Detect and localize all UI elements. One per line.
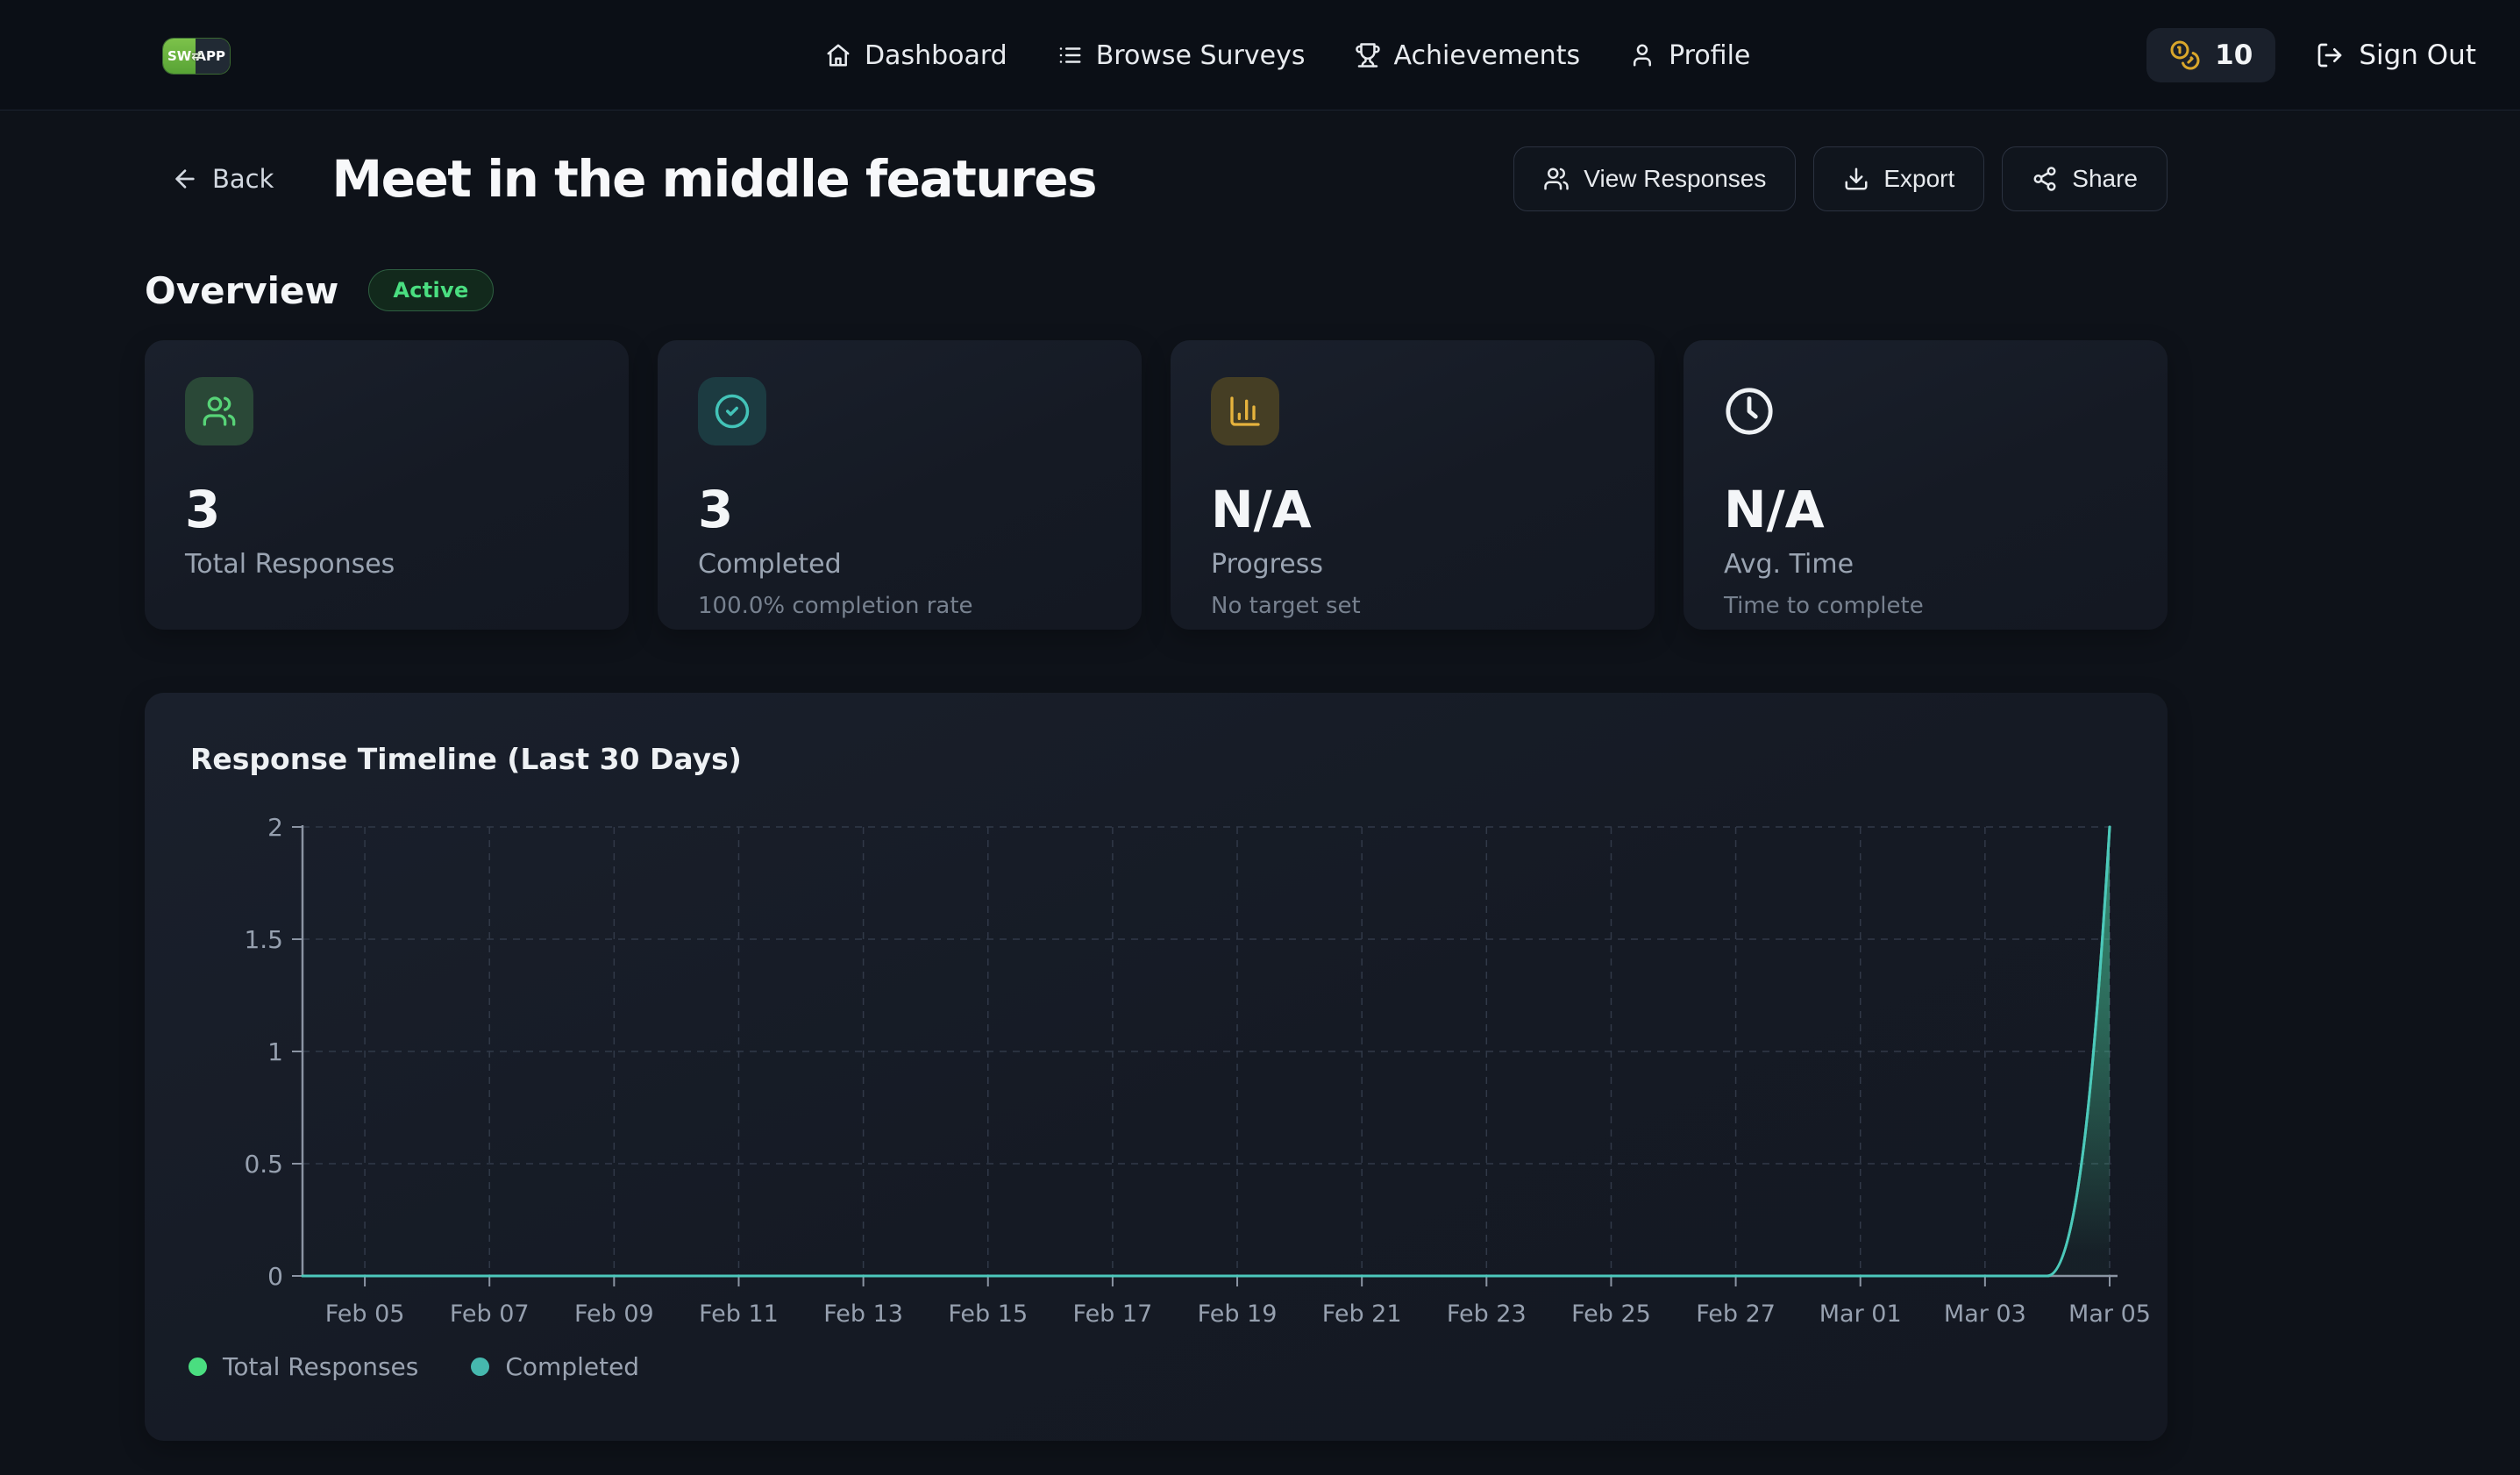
svg-text:Mar 01: Mar 01 — [1819, 1300, 1902, 1328]
svg-text:Feb 23: Feb 23 — [1447, 1300, 1527, 1328]
trophy-icon — [1354, 42, 1380, 68]
svg-text:Feb 21: Feb 21 — [1322, 1300, 1402, 1328]
share-icon — [2032, 166, 2058, 192]
svg-text:1.5: 1.5 — [244, 925, 283, 954]
nav-item-dashboard[interactable]: Dashboard — [825, 40, 1007, 71]
top-nav: SW APP ⇄ Dashboard Browse Surveys Achiev… — [0, 0, 2520, 110]
stat-subtext: 100.0% completion rate — [698, 593, 1101, 619]
stat-subtext: No target set — [1211, 593, 1614, 619]
page-title: Meet in the middle features — [331, 149, 1096, 209]
svg-text:0: 0 — [267, 1262, 283, 1291]
nav-item-browse-surveys[interactable]: Browse Surveys — [1057, 40, 1306, 71]
user-icon — [1629, 42, 1655, 68]
nav-item-label: Browse Surveys — [1096, 40, 1306, 71]
page-header: Back Meet in the middle features View Re… — [145, 137, 2168, 221]
clock-icon — [1724, 386, 1775, 437]
stat-card-completed: 3 Completed 100.0% completion rate — [658, 340, 1142, 630]
download-icon — [1843, 166, 1869, 192]
stat-value: 3 — [698, 484, 1101, 535]
svg-text:Feb 09: Feb 09 — [574, 1300, 654, 1328]
export-button[interactable]: Export — [1813, 146, 1984, 211]
svg-text:Feb 17: Feb 17 — [1073, 1300, 1153, 1328]
stat-value: N/A — [1211, 484, 1614, 535]
status-badge: Active — [368, 269, 493, 311]
stat-value: N/A — [1724, 484, 2127, 535]
legend-item-completed: Completed — [471, 1352, 639, 1381]
nav-item-label: Profile — [1669, 40, 1750, 71]
nav-item-profile[interactable]: Profile — [1629, 40, 1750, 71]
svg-text:Mar 05: Mar 05 — [2068, 1300, 2151, 1328]
svg-text:Feb 25: Feb 25 — [1571, 1300, 1651, 1328]
stat-card-total-responses: 3 Total Responses — [145, 340, 629, 630]
svg-text:Feb 27: Feb 27 — [1696, 1300, 1776, 1328]
stat-subtext: Time to complete — [1724, 593, 2127, 619]
arrow-left-icon — [171, 165, 199, 193]
coins-icon — [2169, 39, 2201, 71]
nav-item-label: Achievements — [1393, 40, 1580, 71]
svg-text:Feb 07: Feb 07 — [450, 1300, 530, 1328]
users-icon — [1543, 166, 1570, 192]
nav-item-label: Dashboard — [865, 40, 1007, 71]
stat-label: Total Responses — [185, 549, 588, 580]
stat-label: Avg. Time — [1724, 549, 2127, 580]
bar-chart-icon — [1228, 394, 1263, 429]
svg-text:Feb 19: Feb 19 — [1198, 1300, 1278, 1328]
logo-swap-arrow-icon: ⇄ — [191, 49, 202, 63]
svg-text:0.5: 0.5 — [244, 1150, 283, 1179]
svg-text:Feb 13: Feb 13 — [823, 1300, 903, 1328]
svg-text:Feb 11: Feb 11 — [699, 1300, 779, 1328]
legend-label: Completed — [505, 1352, 639, 1381]
coins-count: 10 — [2215, 39, 2253, 71]
view-responses-label: View Responses — [1584, 165, 1766, 193]
stat-label: Progress — [1211, 549, 1614, 580]
users-icon — [202, 394, 237, 429]
share-button[interactable]: Share — [2002, 146, 2168, 211]
response-timeline-chart: Feb 05 Feb 07 Feb 09 Feb 11 Feb 13 Feb 15 Feb … — [145, 693, 2168, 1441]
coins-balance[interactable]: 10 — [2146, 28, 2275, 82]
logout-icon — [2316, 41, 2344, 69]
response-timeline-card: Response Timeline (Last 30 Days) Feb 05F… — [145, 693, 2168, 1441]
nav-menu: Dashboard Browse Surveys Achievements Pr… — [825, 0, 1750, 110]
legend-dot-teal — [471, 1357, 489, 1376]
sign-out-label: Sign Out — [2359, 39, 2476, 71]
stat-label: Completed — [698, 549, 1101, 580]
overview-heading: Overview — [145, 269, 338, 312]
check-circle-icon — [714, 393, 751, 430]
back-button[interactable]: Back — [171, 164, 274, 194]
back-label: Back — [212, 164, 274, 194]
chart-legend: Total Responses Completed — [189, 1352, 639, 1381]
legend-dot-green — [189, 1357, 207, 1376]
home-icon — [825, 42, 851, 68]
list-icon — [1057, 42, 1083, 68]
legend-label: Total Responses — [223, 1352, 418, 1381]
stat-cards: 3 Total Responses 3 Completed 100.0% com… — [145, 340, 2168, 630]
svg-text:1: 1 — [267, 1037, 283, 1066]
svg-text:Feb 05: Feb 05 — [325, 1300, 405, 1328]
view-responses-button[interactable]: View Responses — [1513, 146, 1796, 211]
svg-text:2: 2 — [267, 813, 283, 842]
nav-item-achievements[interactable]: Achievements — [1354, 40, 1580, 71]
svg-text:Mar 03: Mar 03 — [1944, 1300, 2026, 1328]
stat-value: 3 — [185, 484, 588, 535]
stat-card-avg-time: N/A Avg. Time Time to complete — [1684, 340, 2168, 630]
survey-dashboard-page: { "nav": { "logo": { "left": "SW", "righ… — [0, 0, 2520, 1475]
share-label: Share — [2072, 165, 2138, 193]
export-label: Export — [1883, 165, 1954, 193]
overview-section-header: Overview Active — [145, 263, 494, 317]
header-actions: View Responses Export Share — [1513, 146, 2168, 211]
sign-out-button[interactable]: Sign Out — [2316, 39, 2476, 71]
stat-card-progress: N/A Progress No target set — [1171, 340, 1655, 630]
svg-text:Feb 15: Feb 15 — [948, 1300, 1028, 1328]
nav-right: 10 Sign Out — [2146, 0, 2476, 110]
legend-item-total-responses: Total Responses — [189, 1352, 418, 1381]
app-logo[interactable]: SW APP ⇄ — [163, 39, 230, 74]
